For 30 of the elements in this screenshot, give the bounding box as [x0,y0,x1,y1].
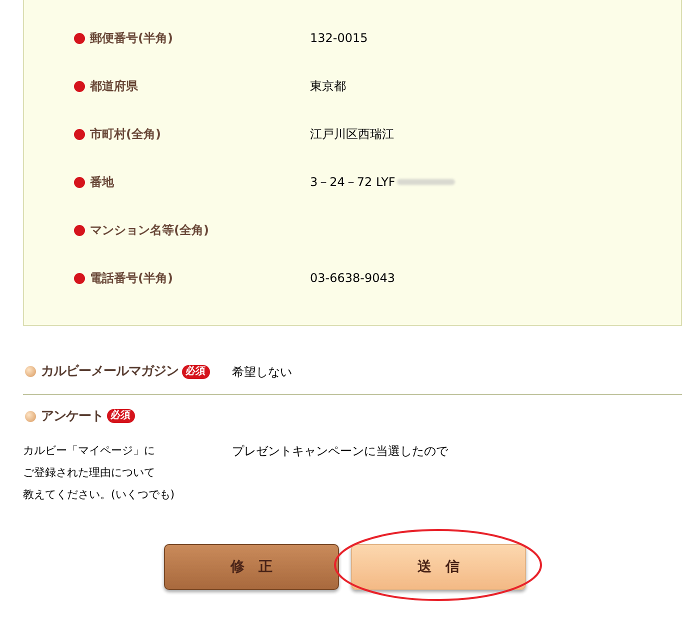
section-title: アンケート [41,408,104,426]
field-value: 江戸川区西瑞江 [310,126,394,143]
field-label: 番地 [90,174,115,191]
answer-text: プレゼントキャンペーンに当選したので [232,443,448,460]
bullet-icon [25,410,36,422]
field-label: 都道府県 [90,78,139,95]
answer-text: 希望しない [232,364,292,381]
bullet-icon [74,272,85,284]
bullet-icon [74,224,85,236]
field-label: 市町村(全角) [90,126,162,143]
field-label: マンション名等(全角) [90,222,210,239]
required-badge: 必須 [106,409,134,424]
bullet-icon [74,80,85,92]
field-value: 3－24－72 LYF [310,174,396,191]
bullet-icon [25,366,36,378]
field-label: 電話番号(半角) [90,270,174,287]
bullet-icon [74,128,85,140]
question-text: 教えてください。(いくつでも) [23,487,175,503]
bullet-icon [74,176,85,188]
field-label: 郵便番号(半角) [90,30,174,47]
bullet-icon [74,32,85,44]
field-value: 03-6638-9043 [310,270,396,287]
field-value: 132-0015 [310,30,368,47]
required-badge: 必須 [182,364,210,379]
question-text: カルビー「マイページ」に [23,443,155,459]
section-title: カルビーメールマガジン [41,363,178,381]
edit-button[interactable]: 修 正 [164,544,339,590]
question-text: ご登録された理由について [23,465,155,481]
field-value: 東京都 [310,78,346,95]
submit-button[interactable]: 送 信 [351,544,526,590]
